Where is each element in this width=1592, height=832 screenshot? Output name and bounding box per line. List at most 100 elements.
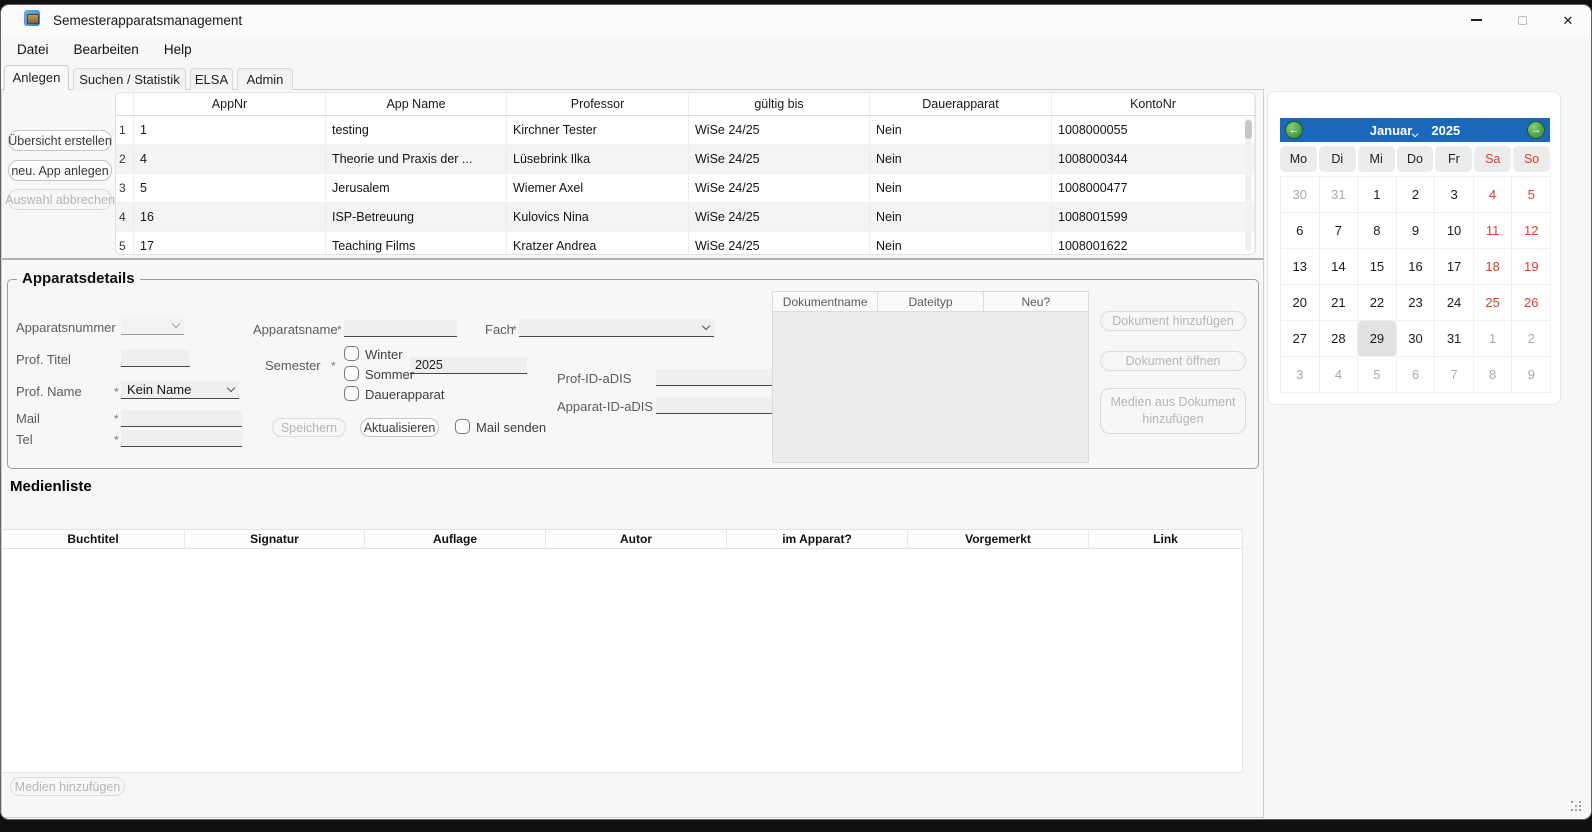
calendar-day-4[interactable]: 4	[1320, 357, 1359, 393]
calendar-day-14[interactable]: 14	[1320, 249, 1359, 285]
calendar-day-19[interactable]: 19	[1512, 249, 1551, 285]
calendar-day-7[interactable]: 7	[1320, 213, 1359, 249]
table-row[interactable]: 11testingKirchner TesterWiSe 24/25Nein10…	[116, 116, 1255, 145]
media-column-header-im-apparat?[interactable]: im Apparat?	[727, 530, 908, 548]
table-row[interactable]: 517Teaching FilmsKratzer AndreaWiSe 24/2…	[116, 232, 1255, 255]
close-button[interactable]: ✕	[1545, 5, 1591, 35]
calendar-prev-month-button[interactable]: ←	[1285, 121, 1303, 139]
minimize-button[interactable]	[1453, 5, 1499, 35]
calendar-day-9[interactable]: 9	[1397, 213, 1436, 249]
calendar-day-20[interactable]: 20	[1281, 285, 1320, 321]
doc-column-header-dokumentname[interactable]: Dokumentname	[773, 292, 878, 311]
fach-combobox[interactable]	[519, 319, 714, 337]
calendar-day-25[interactable]: 25	[1474, 285, 1513, 321]
resize-grip[interactable]	[1571, 801, 1583, 813]
calendar-day-3[interactable]: 3	[1281, 357, 1320, 393]
calendar-day-6[interactable]: 6	[1281, 213, 1320, 249]
aktualisieren-button[interactable]: Aktualisieren	[360, 418, 439, 437]
calendar-day-11[interactable]: 11	[1474, 213, 1513, 249]
media-column-header-signatur[interactable]: Signatur	[185, 530, 365, 548]
speichern-button[interactable]: Speichern	[272, 418, 346, 437]
calendar-next-month-button[interactable]: →	[1527, 121, 1545, 139]
calendar-day-5[interactable]: 5	[1512, 177, 1551, 213]
radio-dauerapparat[interactable]	[344, 386, 359, 401]
column-header-professor[interactable]: Professor	[507, 93, 689, 115]
radio-sommer[interactable]	[344, 366, 359, 381]
media-column-header-autor[interactable]: Autor	[546, 530, 727, 548]
table-row[interactable]: 35JerusalemWiemer AxelWiSe 24/25Nein1008…	[116, 174, 1255, 203]
apparat-id-adis-input[interactable]	[656, 397, 775, 414]
tab-admin[interactable]: Admin	[237, 68, 293, 90]
semester-year-input[interactable]	[410, 357, 527, 374]
doc-column-header-dateityp[interactable]: Dateityp	[878, 292, 983, 311]
calendar-day-8[interactable]: 8	[1358, 213, 1397, 249]
radio-winter[interactable]	[344, 346, 359, 361]
media-column-header-vorgemerkt[interactable]: Vorgemerkt	[908, 530, 1089, 548]
calendar-day-24[interactable]: 24	[1435, 285, 1474, 321]
media-column-header-link[interactable]: Link	[1089, 530, 1243, 548]
calendar-day-22[interactable]: 22	[1358, 285, 1397, 321]
calendar-month-title[interactable]: Januar	[1370, 123, 1420, 138]
calendar-day-2[interactable]: 2	[1397, 177, 1436, 213]
calendar-day-9[interactable]: 9	[1512, 357, 1551, 393]
calendar-day-18[interactable]: 18	[1474, 249, 1513, 285]
menu-item-datei[interactable]: Datei	[17, 42, 49, 57]
calendar-day-30[interactable]: 30	[1281, 177, 1320, 213]
calendar-day-16[interactable]: 16	[1397, 249, 1436, 285]
media-column-header-buchtitel[interactable]: Buchtitel	[2, 530, 185, 548]
prof-titel-input[interactable]	[121, 350, 190, 367]
maximize-button[interactable]	[1499, 5, 1545, 35]
neu-app-anlegen-button[interactable]: neu. App anlegen	[8, 160, 112, 181]
auswahl-abbrechen-button[interactable]: Auswahl abbrechen	[8, 189, 112, 210]
tab-elsa[interactable]: ELSA	[190, 68, 233, 90]
calendar-day-13[interactable]: 13	[1281, 249, 1320, 285]
calendar-day-17[interactable]: 17	[1435, 249, 1474, 285]
column-header-kontonr[interactable]: KontoNr	[1052, 93, 1255, 115]
dokument-hinzufügen-button[interactable]: Dokument hinzufügen	[1100, 311, 1246, 331]
apparatsnummer-combobox[interactable]	[121, 317, 184, 335]
tel-input[interactable]	[121, 430, 242, 447]
calendar-day-29[interactable]: 29	[1358, 321, 1397, 357]
table-row[interactable]: 416ISP-BetreuungKulovics NinaWiSe 24/25N…	[116, 203, 1255, 232]
calendar-day-31[interactable]: 31	[1320, 177, 1359, 213]
übersicht-erstellen-button[interactable]: Übersicht erstellen	[8, 130, 112, 151]
doc-column-header-neu?[interactable]: Neu?	[984, 292, 1088, 311]
column-header-gültig-bis[interactable]: gültig bis	[689, 93, 870, 115]
calendar-day-3[interactable]: 3	[1435, 177, 1474, 213]
calendar-day-27[interactable]: 27	[1281, 321, 1320, 357]
media-column-header-auflage[interactable]: Auflage	[365, 530, 546, 548]
apps-table-scrollbar[interactable]	[1245, 118, 1252, 251]
tab-anlegen[interactable]: Anlegen	[4, 65, 69, 90]
calendar-day-12[interactable]: 12	[1512, 213, 1551, 249]
calendar-day-31[interactable]: 31	[1435, 321, 1474, 357]
calendar-day-2[interactable]: 2	[1512, 321, 1551, 357]
prof-id-adis-input[interactable]	[656, 369, 775, 386]
calendar-day-7[interactable]: 7	[1435, 357, 1474, 393]
apparatsname-input[interactable]	[344, 320, 457, 337]
menu-item-help[interactable]: Help	[164, 42, 192, 57]
calendar-day-26[interactable]: 26	[1512, 285, 1551, 321]
column-header-appnr[interactable]: AppNr	[134, 93, 326, 115]
horizontal-splitter[interactable]	[2, 258, 1263, 260]
table-row[interactable]: 24Theorie und Praxis der ...Lüsebrink Il…	[116, 145, 1255, 174]
calendar-day-4[interactable]: 4	[1474, 177, 1513, 213]
calendar-day-21[interactable]: 21	[1320, 285, 1359, 321]
mail-input[interactable]	[121, 410, 242, 427]
tab-suchen-statistik[interactable]: Suchen / Statistik	[73, 68, 186, 90]
calendar-day-5[interactable]: 5	[1358, 357, 1397, 393]
calendar-day-10[interactable]: 10	[1435, 213, 1474, 249]
calendar-day-28[interactable]: 28	[1320, 321, 1359, 357]
medien-aus-dokument-hinzufügen-button[interactable]: Medien aus Dokument hinzufügen	[1100, 388, 1246, 434]
column-header-dauerapparat[interactable]: Dauerapparat	[870, 93, 1052, 115]
mail-senden-checkbox[interactable]	[455, 419, 470, 434]
prof-name-combobox[interactable]: Kein Name	[121, 381, 239, 399]
calendar-day-1[interactable]: 1	[1358, 177, 1397, 213]
menu-item-bearbeiten[interactable]: Bearbeiten	[74, 42, 139, 57]
calendar-day-8[interactable]: 8	[1474, 357, 1513, 393]
calendar-day-15[interactable]: 15	[1358, 249, 1397, 285]
calendar-day-30[interactable]: 30	[1397, 321, 1436, 357]
calendar-day-23[interactable]: 23	[1397, 285, 1436, 321]
dokument-öffnen-button[interactable]: Dokument öffnen	[1100, 351, 1246, 371]
medien-hinzufuegen-button[interactable]: Medien hinzufügen	[10, 777, 125, 796]
calendar-day-6[interactable]: 6	[1397, 357, 1436, 393]
